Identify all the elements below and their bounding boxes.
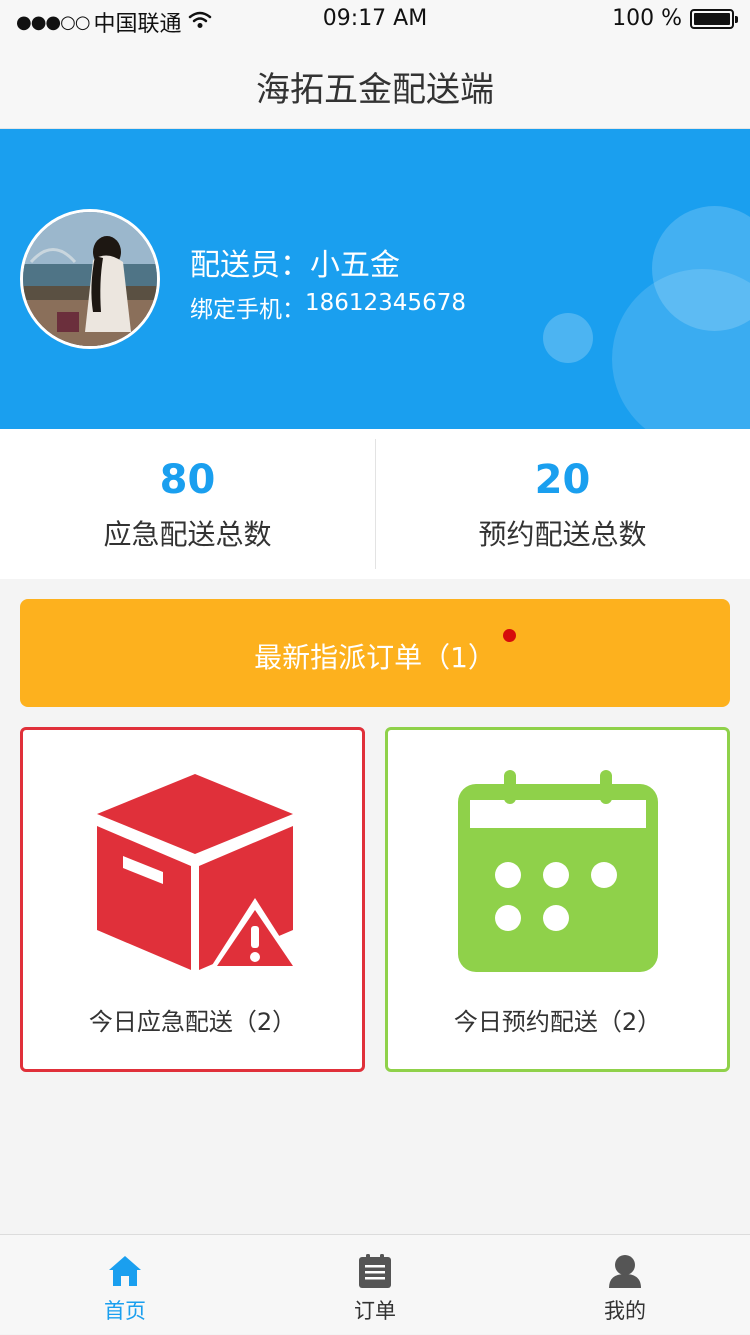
tab-label: 我的 [604, 1299, 646, 1323]
card-label: 今日预约配送（2） [453, 1008, 662, 1036]
phone-label: 绑定手机： [190, 297, 305, 323]
page-title: 海拓五金配送端 [256, 70, 494, 110]
stat-emergency-total: 80 应急配送总数 [0, 429, 375, 579]
stat-scheduled-total: 20 预约配送总数 [375, 429, 750, 579]
stat-value: 20 [534, 457, 591, 503]
package-warning-icon [93, 770, 301, 978]
avatar[interactable] [20, 209, 160, 349]
profile-banner: 配送员： 小五金 绑定手机： 18612345678 [0, 129, 750, 429]
home-icon [107, 1253, 143, 1289]
tab-bar: 首页 订单 我的 [0, 1234, 750, 1334]
user-icon [607, 1253, 643, 1289]
new-badge-dot [503, 629, 516, 642]
decorative-bubble [543, 313, 593, 363]
assignment-label: 最新指派订单（1） [254, 641, 496, 674]
today-emergency-card[interactable]: 今日应急配送（2） [20, 727, 365, 1072]
battery-percent: 100 % [612, 6, 682, 31]
status-right: 100 % [612, 6, 738, 31]
stat-label: 应急配送总数 [103, 518, 272, 551]
stat-value: 80 [159, 457, 216, 503]
calendar-icon [458, 770, 662, 978]
decorative-bubble [612, 269, 750, 429]
tab-label: 首页 [104, 1299, 146, 1323]
tab-profile[interactable]: 我的 [500, 1235, 750, 1335]
latest-assignment-button[interactable]: 最新指派订单（1） [20, 599, 730, 707]
status-bar: ●●●○○ 中国联通 09:17 AM 100 % [0, 0, 750, 40]
tab-label: 订单 [354, 1299, 396, 1323]
courier-label: 配送员： [190, 248, 310, 283]
clipboard-icon [357, 1253, 393, 1289]
phone-info: 绑定手机： 18612345678 [190, 290, 466, 324]
tab-orders[interactable]: 订单 [250, 1235, 500, 1335]
tab-home[interactable]: 首页 [0, 1235, 250, 1335]
today-scheduled-card[interactable]: 今日预约配送（2） [385, 727, 730, 1072]
battery-icon [690, 8, 738, 29]
navigation-bar: 海拓五金配送端 [0, 40, 750, 129]
stat-label: 预约配送总数 [478, 518, 647, 551]
courier-name: 小五金 [310, 248, 400, 283]
stats-panel: 80 应急配送总数 20 预约配送总数 [0, 429, 750, 579]
card-label: 今日应急配送（2） [88, 1008, 297, 1036]
phone-number: 18612345678 [305, 290, 466, 316]
courier-info: 配送员： 小五金 [190, 240, 400, 284]
